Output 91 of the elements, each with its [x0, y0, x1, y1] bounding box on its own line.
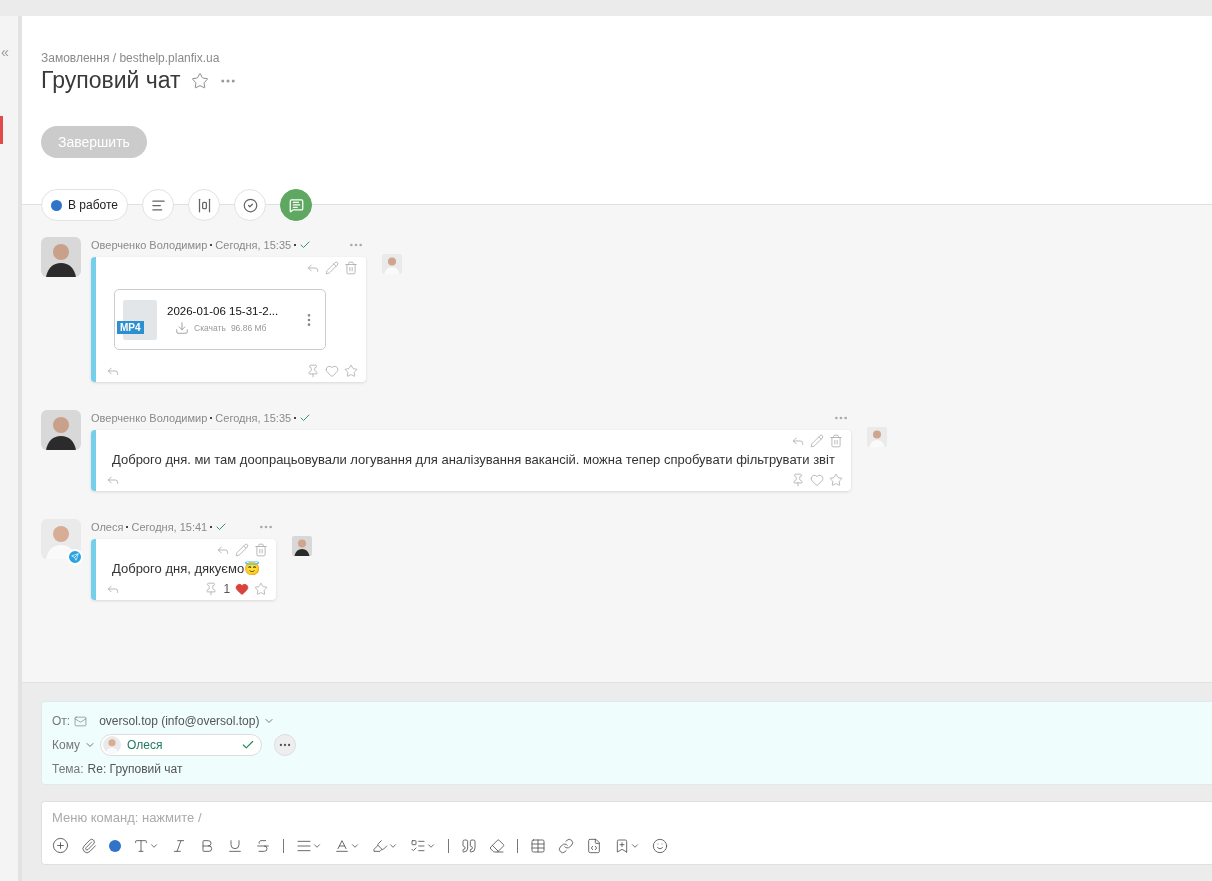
- list-icon: [410, 837, 426, 854]
- delete-icon[interactable]: [254, 543, 269, 557]
- message-text: Доброго дня, дякуємо😇: [112, 561, 261, 576]
- reply-icon[interactable]: [790, 434, 805, 448]
- page-title: Груповий чат: [41, 67, 181, 94]
- circle-tick-icon: [242, 197, 258, 213]
- heart-icon[interactable]: [325, 364, 339, 378]
- color-dot-icon[interactable]: [109, 839, 121, 852]
- collapse-toggle[interactable]: «: [0, 44, 9, 60]
- text-color-button[interactable]: [334, 837, 360, 854]
- reader-avatar: [382, 254, 402, 274]
- more-button[interactable]: [274, 734, 297, 756]
- reply-icon[interactable]: [106, 582, 120, 596]
- file-size: 96.86 Мб: [230, 322, 267, 333]
- avatar: [103, 736, 122, 754]
- subject-label: Тема:: [52, 762, 84, 776]
- file-extension: MP4: [117, 320, 144, 334]
- highlighter-icon: [372, 837, 388, 854]
- check-icon: [241, 738, 256, 752]
- check-icon: [299, 239, 312, 251]
- list-button[interactable]: [410, 837, 436, 854]
- quote-icon[interactable]: [461, 837, 477, 854]
- check-icon: [215, 521, 228, 533]
- description-tab[interactable]: [142, 189, 174, 221]
- link-icon[interactable]: [558, 837, 574, 854]
- highlight-button[interactable]: [372, 837, 398, 854]
- code-file-icon[interactable]: [586, 837, 602, 854]
- fields-icon: [196, 197, 212, 213]
- file-card[interactable]: MP4 2026-01-06 15-31-2... Скачать 96.86 Мб: [114, 289, 326, 350]
- underline-icon[interactable]: [227, 837, 243, 854]
- italic-icon[interactable]: [171, 837, 187, 854]
- reader-avatar: [866, 427, 887, 447]
- fields-tab[interactable]: [188, 189, 220, 221]
- download-icon[interactable]: [175, 320, 189, 335]
- add-circle-icon[interactable]: [52, 837, 69, 854]
- to-select[interactable]: Кому: [52, 738, 97, 752]
- pin-icon[interactable]: [306, 364, 320, 378]
- reader-avatar: [292, 536, 313, 556]
- edit-icon[interactable]: [809, 434, 824, 448]
- mail-icon: [74, 714, 88, 728]
- status-chip[interactable]: В работе: [41, 189, 128, 221]
- like-count: 1: [223, 582, 231, 596]
- star-icon[interactable]: [344, 364, 358, 378]
- pin-icon[interactable]: [790, 473, 805, 487]
- edit-icon[interactable]: [325, 261, 339, 275]
- chat-icon: [288, 197, 304, 213]
- heart-icon[interactable]: [809, 473, 824, 487]
- reply-icon[interactable]: [216, 543, 231, 557]
- delete-icon[interactable]: [828, 434, 843, 448]
- text-type-icon: [133, 837, 149, 854]
- download-link[interactable]: Скачать: [194, 322, 226, 333]
- star-icon[interactable]: [254, 582, 269, 596]
- author-name[interactable]: Оверченко Володимир: [91, 239, 208, 251]
- message-text: Доброго дня. ми там доопрацьовували логування для аналізування вакансій. можна тепер спробувати фільтрувати звіт: [112, 452, 835, 467]
- font-size-button[interactable]: [133, 837, 159, 854]
- heart-icon[interactable]: [235, 582, 250, 596]
- smile-icon[interactable]: [652, 837, 668, 854]
- message-time: Сегодня, 15:41: [131, 521, 208, 533]
- bookmark-plus-icon: [614, 837, 630, 854]
- reply-icon[interactable]: [106, 364, 120, 378]
- from-label: От:: [52, 714, 71, 728]
- message-time: Сегодня, 15:35: [215, 412, 292, 424]
- author-name[interactable]: Олеся: [91, 521, 124, 533]
- reply-icon[interactable]: [306, 261, 320, 275]
- avatar[interactable]: [41, 410, 81, 450]
- star-icon[interactable]: [190, 71, 209, 90]
- star-icon[interactable]: [828, 473, 843, 487]
- text-lines-icon: [150, 197, 166, 213]
- bold-icon[interactable]: [199, 837, 215, 854]
- send-icon: [71, 553, 79, 561]
- reply-icon[interactable]: [106, 473, 120, 487]
- check-icon: [299, 412, 312, 424]
- recipient-chip[interactable]: Олеся: [100, 734, 263, 756]
- eraser-icon[interactable]: [489, 837, 505, 854]
- subject-value[interactable]: Re: Груповий чат: [87, 762, 183, 776]
- table-icon[interactable]: [530, 837, 546, 854]
- bookmark-button[interactable]: [614, 837, 640, 854]
- strikethrough-icon[interactable]: [255, 837, 271, 854]
- file-name[interactable]: 2026-01-06 15-31-2...: [167, 304, 291, 317]
- from-select[interactable]: oversol.top (info@oversol.top): [91, 714, 276, 728]
- tasks-tab[interactable]: [234, 189, 266, 221]
- author-name[interactable]: Оверченко Володимир: [91, 412, 208, 424]
- text-color-icon: [334, 837, 350, 854]
- paperclip-icon[interactable]: [81, 837, 97, 854]
- delete-icon[interactable]: [344, 261, 358, 275]
- pin-icon[interactable]: [204, 582, 219, 596]
- breadcrumb[interactable]: Замовлення / besthelp.planfix.ua: [41, 51, 1193, 65]
- chat-tab[interactable]: [280, 189, 312, 221]
- avatar[interactable]: [41, 237, 81, 277]
- message-time: Сегодня, 15:35: [215, 239, 292, 251]
- edit-icon[interactable]: [235, 543, 250, 557]
